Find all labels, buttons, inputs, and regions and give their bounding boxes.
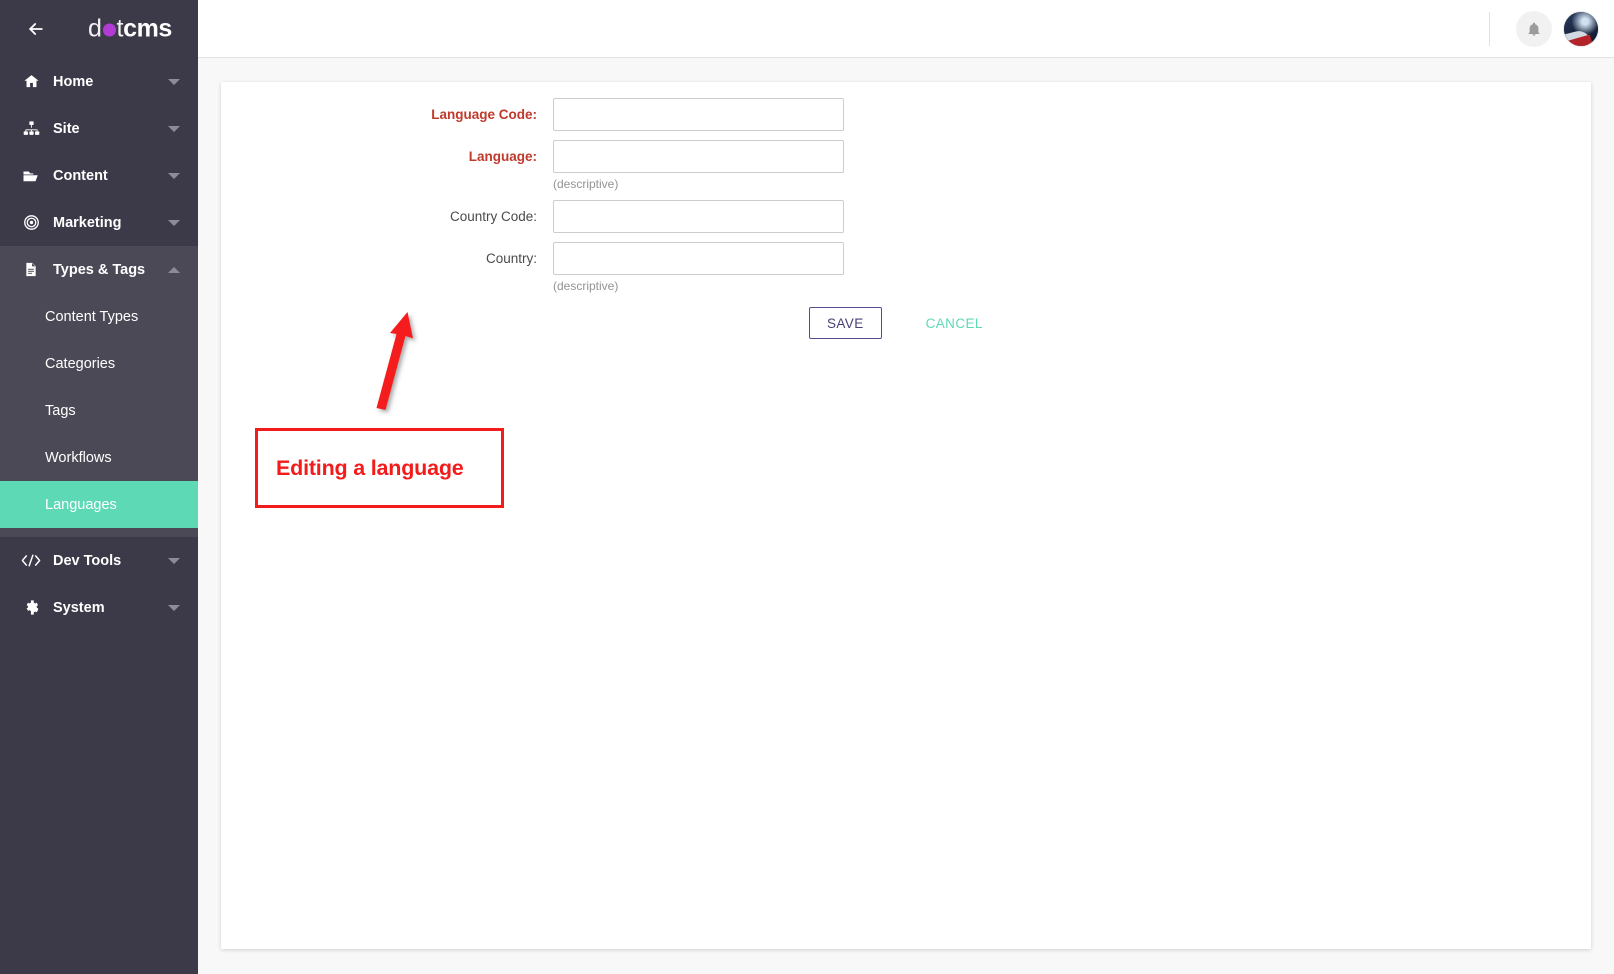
form-row-language-code: Language Code: <box>221 98 1591 131</box>
notification-bell-icon[interactable] <box>1516 11 1552 47</box>
save-button[interactable]: SAVE <box>809 307 882 339</box>
sidebar-item-languages[interactable]: Languages <box>0 481 198 528</box>
chevron-down-icon[interactable] <box>168 79 180 85</box>
nav-group-system: System <box>0 584 198 631</box>
main-region: Language Code: Language: (descriptive) <box>198 0 1614 974</box>
label-country: Country: <box>221 242 553 275</box>
sidebar-item-label: Content <box>53 168 108 184</box>
field-country-code <box>553 200 844 233</box>
document-icon <box>20 261 42 279</box>
sidebar-item-dev-tools[interactable]: Dev Tools <box>0 537 198 584</box>
sidebar-item-site[interactable]: Site <box>0 105 198 152</box>
sidebar-item-content-types[interactable]: Content Types <box>0 293 198 340</box>
dotcms-logo[interactable]: d t cms <box>88 15 172 44</box>
sidebar-subitem-label: Content Types <box>45 309 138 325</box>
nav-group-content: Content <box>0 152 198 199</box>
content-area: Language Code: Language: (descriptive) <box>198 58 1614 974</box>
sidebar-item-home[interactable]: Home <box>0 58 198 105</box>
sidebar-header: d t cms <box>0 0 198 58</box>
sidebar-item-label: Types & Tags <box>53 262 145 278</box>
sidebar-item-types-and-tags[interactable]: Types & Tags <box>0 246 198 293</box>
sidebar-item-tags[interactable]: Tags <box>0 387 198 434</box>
chevron-down-icon[interactable] <box>168 126 180 132</box>
home-icon <box>20 73 42 91</box>
label-country-code: Country Code: <box>221 200 553 233</box>
sidebar-item-workflows[interactable]: Workflows <box>0 434 198 481</box>
top-bar <box>198 0 1614 58</box>
nav-group-types-and-tags: Types & Tags Content Types Categories Ta… <box>0 246 198 537</box>
sidebar-item-marketing[interactable]: Marketing <box>0 199 198 246</box>
field-country: (descriptive) <box>553 242 844 293</box>
sidebar-item-label: Dev Tools <box>53 553 121 569</box>
form-row-country: Country: (descriptive) <box>221 242 1591 293</box>
topbar-divider <box>1489 12 1490 46</box>
purple-dot-icon <box>103 24 116 37</box>
language-input[interactable] <box>553 140 844 173</box>
label-language: Language: <box>221 140 553 173</box>
sidebar-subitem-label: Languages <box>45 497 117 513</box>
chevron-down-icon[interactable] <box>168 558 180 564</box>
language-edit-card: Language Code: Language: (descriptive) <box>221 82 1591 949</box>
sidebar-item-label: Marketing <box>53 215 122 231</box>
target-icon <box>20 214 42 232</box>
sidebar-subitem-label: Workflows <box>45 450 112 466</box>
sidebar-item-system[interactable]: System <box>0 584 198 631</box>
code-icon <box>20 552 42 570</box>
app-root: d t cms Home <box>0 0 1614 974</box>
sidebar-subitem-label: Categories <box>45 356 115 372</box>
logo-text-suffix: cms <box>123 15 172 44</box>
chevron-down-icon[interactable] <box>168 220 180 226</box>
chevron-up-icon[interactable] <box>168 267 180 273</box>
nav-group-dev-tools: Dev Tools <box>0 537 198 584</box>
logo-text-prefix: d <box>88 15 102 44</box>
sidebar-item-label: Home <box>53 74 93 90</box>
language-code-input[interactable] <box>553 98 844 131</box>
sidebar-subitem-label: Tags <box>45 403 76 419</box>
sidebar-item-label: System <box>53 600 105 616</box>
language-form: Language Code: Language: (descriptive) <box>221 82 1591 339</box>
nav-group-marketing: Marketing <box>0 199 198 246</box>
field-language-code <box>553 98 844 131</box>
nav-group-home: Home <box>0 58 198 105</box>
form-row-country-code: Country Code: <box>221 200 1591 233</box>
nav-group-site: Site <box>0 105 198 152</box>
sidebar-item-categories[interactable]: Categories <box>0 340 198 387</box>
form-actions: SAVE CANCEL <box>221 307 1591 339</box>
sidebar-group-spacer <box>0 528 198 537</box>
sidebar-nav: Home <box>0 58 198 631</box>
form-row-language: Language: (descriptive) <box>221 140 1591 191</box>
sidebar: d t cms Home <box>0 0 198 974</box>
back-arrow-icon[interactable] <box>25 18 47 40</box>
sitemap-icon <box>20 120 42 138</box>
sidebar-item-label: Site <box>53 121 80 137</box>
chevron-down-icon[interactable] <box>168 605 180 611</box>
field-language: (descriptive) <box>553 140 844 191</box>
country-code-input[interactable] <box>553 200 844 233</box>
label-language-code: Language Code: <box>221 98 553 131</box>
hint-language: (descriptive) <box>553 177 844 191</box>
avatar[interactable] <box>1564 12 1598 46</box>
cancel-button[interactable]: CANCEL <box>920 307 989 339</box>
sidebar-item-content[interactable]: Content <box>0 152 198 199</box>
gear-icon <box>20 599 42 617</box>
country-input[interactable] <box>553 242 844 275</box>
folder-icon <box>20 167 42 185</box>
chevron-down-icon[interactable] <box>168 173 180 179</box>
hint-country: (descriptive) <box>553 279 844 293</box>
